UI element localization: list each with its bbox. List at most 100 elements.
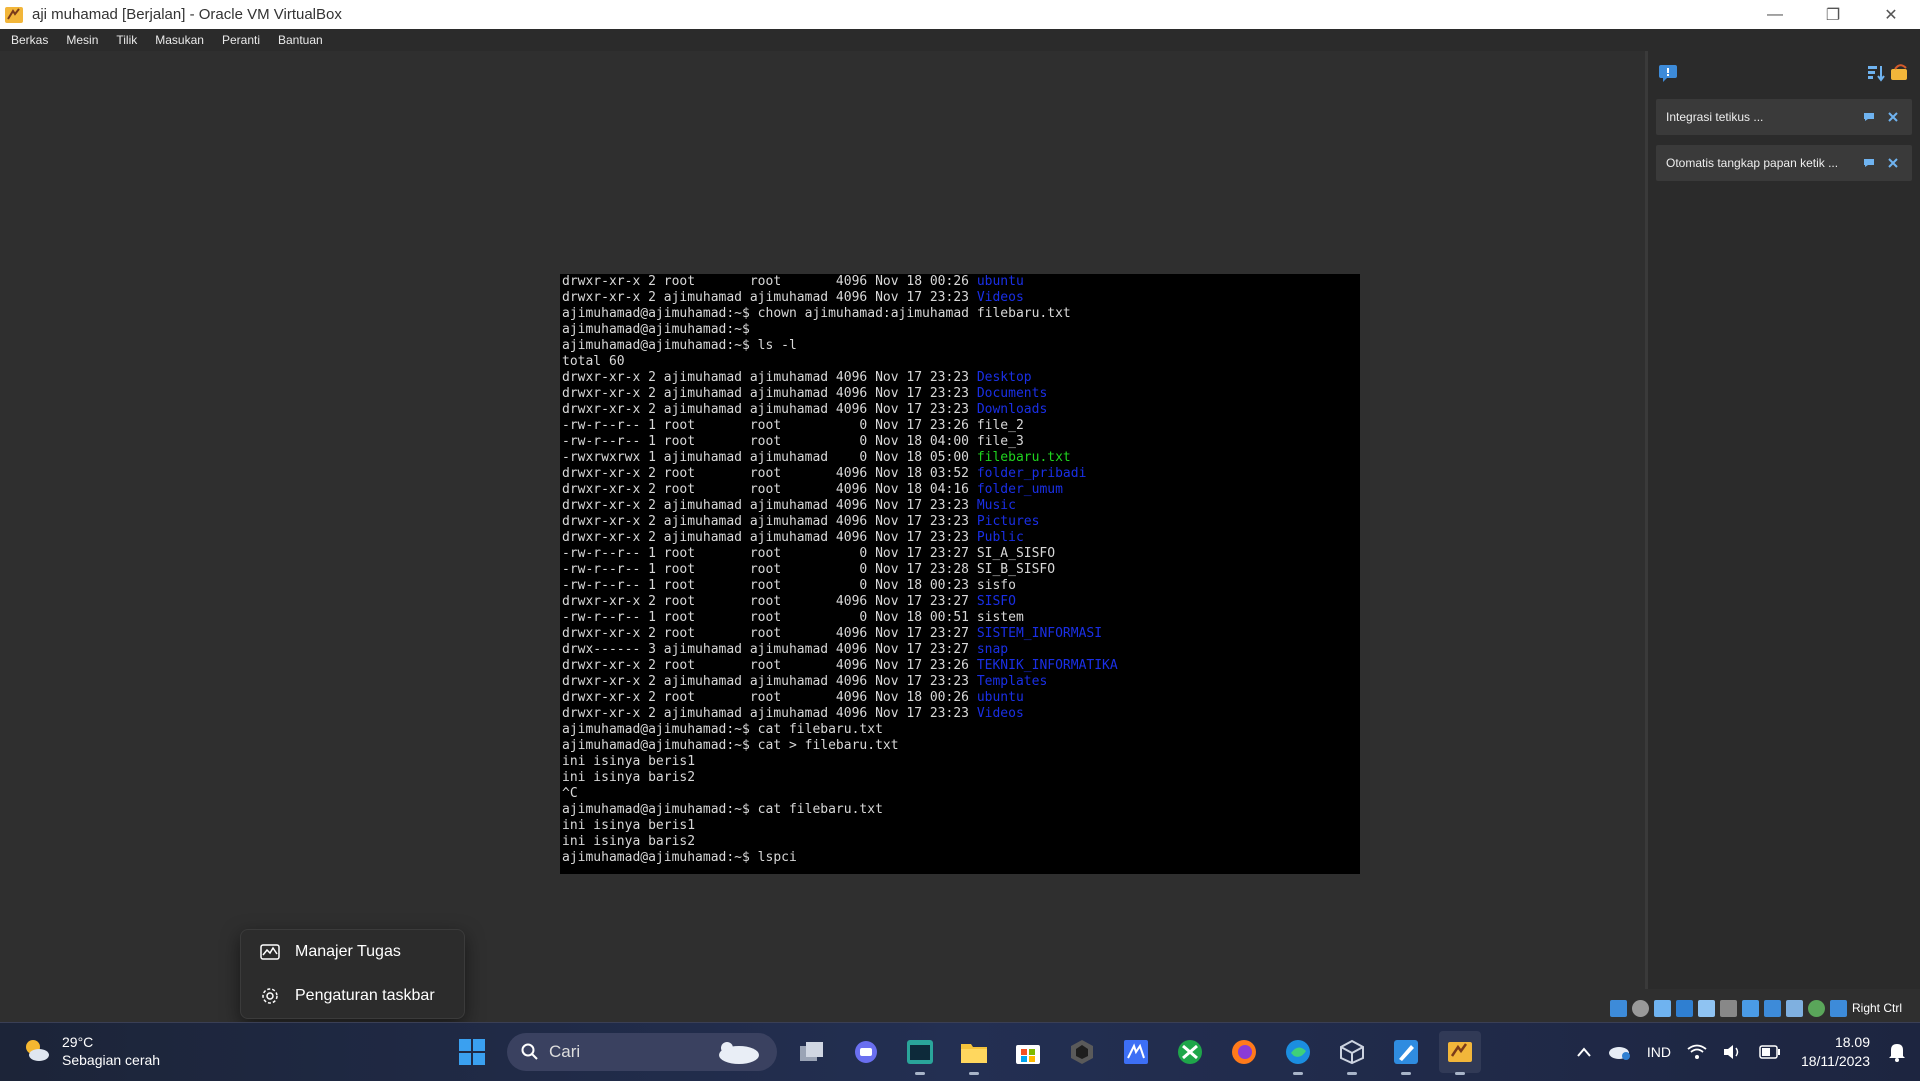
notification-text: Otomatis tangkap papan ketik ... — [1666, 156, 1839, 170]
terminal-line: drwxr-xr-x 2 ajimuhamad ajimuhamad 4096 … — [562, 674, 1358, 690]
visual-studio-icon[interactable] — [1115, 1031, 1157, 1073]
terminal-filename: Videos — [976, 290, 1024, 305]
terminal-filename: folder_pribadi — [976, 466, 1087, 481]
terminal-app-icon[interactable] — [899, 1031, 941, 1075]
start-button[interactable] — [451, 1031, 493, 1073]
terminal-line: drwxr-xr-x 2 root root 4096 Nov 17 23:27… — [562, 626, 1358, 642]
window-title-bar: aji muhamad [Berjalan] - Oracle VM Virtu… — [0, 0, 1920, 29]
terminal-line: -rw-r--r-- 1 root root 0 Nov 18 00:23 si… — [562, 578, 1358, 594]
terminal-line: drwxr-xr-x 2 root root 4096 Nov 17 23:27… — [562, 594, 1358, 610]
terminal-text: ajimuhamad@ajimuhamad:~$ — [562, 322, 750, 337]
terminal-text: drwxr-xr-x 2 ajimuhamad ajimuhamad 4096 … — [562, 706, 977, 721]
terminal-line: ^C — [562, 786, 1358, 802]
menu-masukan[interactable]: Masukan — [144, 33, 211, 47]
terminal-line: -rw-r--r-- 1 root root 0 Nov 17 23:27 SI… — [562, 546, 1358, 562]
language-indicator[interactable]: IND — [1647, 1044, 1671, 1060]
taskbar-search[interactable]: Cari — [507, 1033, 777, 1071]
terminal-filename: Documents — [976, 386, 1048, 401]
terminal-text: total 60 — [562, 354, 625, 369]
clock-date: 18/11/2023 — [1800, 1053, 1870, 1069]
window-title: aji muhamad [Berjalan] - Oracle VM Virtu… — [32, 6, 342, 23]
onedrive-icon[interactable] — [1607, 1043, 1631, 1061]
weather-description: Sebagian cerah — [62, 1052, 161, 1068]
terminal-text: -rwxrwxrwx 1 ajimuhamad ajimuhamad 0 Nov… — [562, 450, 977, 465]
system-tray: IND 18.09 18/11/2023 — [1569, 1023, 1920, 1081]
info-icon[interactable] — [1860, 154, 1878, 172]
terminal-text: drwxr-xr-x 2 root root 4096 Nov 17 23:27 — [562, 626, 977, 641]
menu-mesin[interactable]: Mesin — [55, 33, 105, 47]
menu-bar: Berkas Mesin Tilik Masukan Peranti Bantu… — [0, 29, 1920, 51]
paint-app-icon[interactable] — [1385, 1031, 1427, 1075]
close-icon[interactable] — [1884, 154, 1902, 172]
vm-display[interactable]: drwxr-xr-x 2 root root 4096 Nov 18 00:26… — [0, 51, 1645, 1022]
terminal-filename: ubuntu — [976, 274, 1024, 289]
terminal-line: drwxr-xr-x 2 root root 4096 Nov 18 00:26… — [562, 274, 1358, 290]
terminal-line: drwxr-xr-x 2 ajimuhamad ajimuhamad 4096 … — [562, 386, 1358, 402]
guest-additions-icon[interactable] — [1808, 999, 1825, 1017]
terminal-line: -rw-r--r-- 1 root root 0 Nov 18 00:51 si… — [562, 610, 1358, 626]
terminal-line: ajimuhamad@ajimuhamad:~$ cat filebaru.tx… — [562, 802, 1358, 818]
notification-bell-icon[interactable] — [1888, 1042, 1906, 1062]
menu-berkas[interactable]: Berkas — [0, 33, 55, 47]
edge-icon[interactable] — [1277, 1031, 1319, 1075]
network-icon[interactable] — [1676, 999, 1693, 1017]
unity-hub-icon[interactable] — [1061, 1031, 1103, 1073]
terminal-filename: filebaru.txt — [976, 450, 1071, 465]
message-icon[interactable] — [1656, 61, 1680, 85]
speaker-icon[interactable] — [1723, 1044, 1743, 1060]
terminal-line: ajimuhamad@ajimuhamad:~$ lspci — [562, 850, 1358, 866]
terminal-text: drwxr-xr-x 2 ajimuhamad ajimuhamad 4096 … — [562, 498, 977, 513]
cpu-icon[interactable] — [1786, 999, 1803, 1017]
hard-disk-icon[interactable] — [1610, 999, 1627, 1017]
clear-notifications-icon[interactable] — [1888, 61, 1912, 85]
menu-item-taskbar-settings[interactable]: Pengaturan taskbar — [241, 974, 464, 1018]
terminal-line: total 60 — [562, 354, 1358, 370]
sort-icon[interactable] — [1864, 61, 1888, 85]
virtualbox-vm-icon[interactable] — [1439, 1031, 1481, 1075]
taskbar: 29°C Sebagian cerah Cari IND 18.09 18/11… — [0, 1022, 1920, 1081]
chevron-up-icon[interactable] — [1577, 1047, 1591, 1057]
microsoft-store-icon[interactable] — [1007, 1031, 1049, 1073]
close-icon[interactable] — [1884, 108, 1902, 126]
menu-peranti[interactable]: Peranti — [211, 33, 267, 47]
shared-folder-icon[interactable] — [1720, 999, 1737, 1017]
menu-tilik[interactable]: Tilik — [105, 33, 144, 47]
minimize-button[interactable]: — — [1746, 0, 1804, 29]
optical-drive-icon[interactable] — [1632, 999, 1649, 1017]
terminal-line: ini isinya baris2 — [562, 834, 1358, 850]
terminal-text: -rw-r--r-- 1 root root 0 Nov 18 04:00 fi… — [562, 434, 1024, 449]
recording-icon[interactable] — [1764, 999, 1781, 1017]
terminal-text: ini isinya baris2 — [562, 834, 696, 849]
terminal-line: ajimuhamad@ajimuhamad:~$ — [562, 322, 1358, 338]
info-icon[interactable] — [1860, 108, 1878, 126]
task-view-icon[interactable] — [791, 1031, 833, 1073]
clock[interactable]: 18.09 18/11/2023 — [1801, 1033, 1870, 1071]
usb-icon[interactable] — [1698, 999, 1715, 1017]
terminal-line: -rw-r--r-- 1 root root 0 Nov 17 23:26 fi… — [562, 418, 1358, 434]
restore-button[interactable]: ❐ — [1804, 0, 1862, 29]
partly-sunny-icon — [26, 1040, 49, 1061]
display-icon[interactable] — [1742, 999, 1759, 1017]
close-button[interactable]: ✕ — [1862, 0, 1920, 29]
vm-terminal[interactable]: drwxr-xr-x 2 root root 4096 Nov 18 00:26… — [560, 274, 1360, 874]
terminal-line: drwxr-xr-x 2 ajimuhamad ajimuhamad 4096 … — [562, 290, 1358, 306]
menu-bantuan[interactable]: Bantuan — [267, 33, 330, 47]
menu-item-task-manager[interactable]: Manajer Tugas — [241, 930, 464, 974]
terminal-line: ajimuhamad@ajimuhamad:~$ chown ajimuhama… — [562, 306, 1358, 322]
audio-icon[interactable] — [1654, 999, 1671, 1017]
teams-chat-icon[interactable] — [845, 1031, 887, 1073]
terminal-text: drwxr-xr-x 2 root root 4096 Nov 18 00:26 — [562, 690, 977, 705]
wifi-icon[interactable] — [1687, 1044, 1707, 1060]
notification-keyboard-capture[interactable]: Otomatis tangkap papan ketik ... — [1656, 145, 1912, 181]
virtualbox-app-icon[interactable] — [1331, 1031, 1373, 1075]
keyboard-capture-icon[interactable] — [1830, 999, 1847, 1017]
weather-widget[interactable]: 29°C Sebagian cerah — [20, 1033, 160, 1069]
notification-mouse-integration[interactable]: Integrasi tetikus ... — [1656, 99, 1912, 135]
firefox-icon[interactable] — [1223, 1031, 1265, 1073]
terminal-line: ajimuhamad@ajimuhamad:~$ cat filebaru.tx… — [562, 722, 1358, 738]
file-explorer-icon[interactable] — [953, 1031, 995, 1075]
xbox-icon[interactable] — [1169, 1031, 1211, 1073]
battery-icon[interactable] — [1759, 1045, 1781, 1059]
menu-item-label: Manajer Tugas — [295, 943, 401, 960]
terminal-line: drwxr-xr-x 2 root root 4096 Nov 17 23:26… — [562, 658, 1358, 674]
